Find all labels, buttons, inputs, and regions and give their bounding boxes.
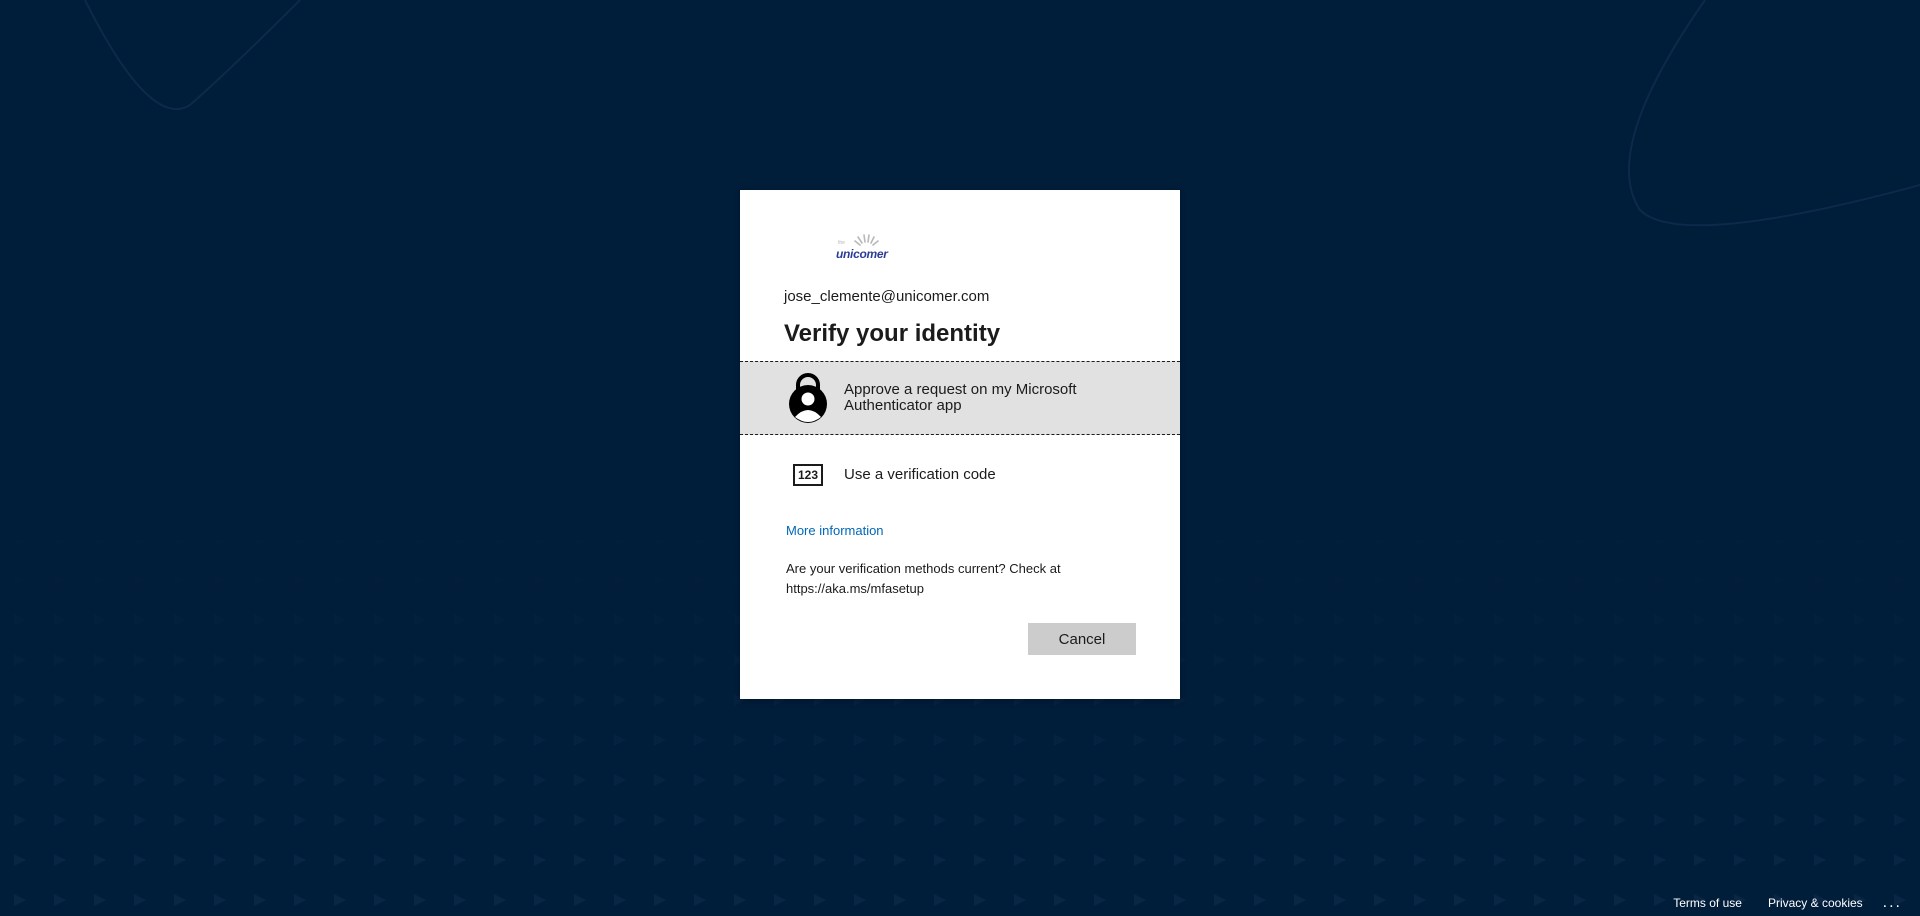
option-label: Use a verification code bbox=[844, 466, 996, 483]
option-verification-code[interactable]: 123 Use a verification code bbox=[740, 445, 1180, 505]
privacy-cookies-link[interactable]: Privacy & cookies bbox=[1768, 896, 1863, 910]
option-icon-wrap: 123 bbox=[784, 464, 832, 486]
option-label: Approve a request on my Microsoft Authen… bbox=[844, 381, 1077, 414]
verification-methods-note: Are your verification methods current? C… bbox=[786, 561, 1061, 596]
sign-in-card: the unicomer jose_clemente@unicomer.com … bbox=[740, 190, 1180, 699]
more-options-button[interactable]: ... bbox=[1883, 895, 1902, 911]
account-email: jose_clemente@unicomer.com bbox=[784, 288, 990, 305]
more-information-link[interactable]: More information bbox=[786, 523, 884, 538]
terms-of-use-link[interactable]: Terms of use bbox=[1673, 896, 1742, 910]
verification-code-icon: 123 bbox=[793, 464, 823, 486]
option-icon-wrap bbox=[784, 373, 832, 423]
logo-wordmark: unicomer bbox=[836, 247, 888, 261]
footer: Terms of use Privacy & cookies ... bbox=[1647, 895, 1902, 911]
cancel-button[interactable]: Cancel bbox=[1028, 623, 1136, 655]
authenticator-lock-icon bbox=[789, 373, 827, 423]
page-title: Verify your identity bbox=[784, 320, 1001, 347]
company-logo: the unicomer bbox=[836, 234, 896, 265]
svg-text:the: the bbox=[838, 240, 845, 246]
option-authenticator-app[interactable]: Approve a request on my Microsoft Authen… bbox=[740, 361, 1180, 435]
